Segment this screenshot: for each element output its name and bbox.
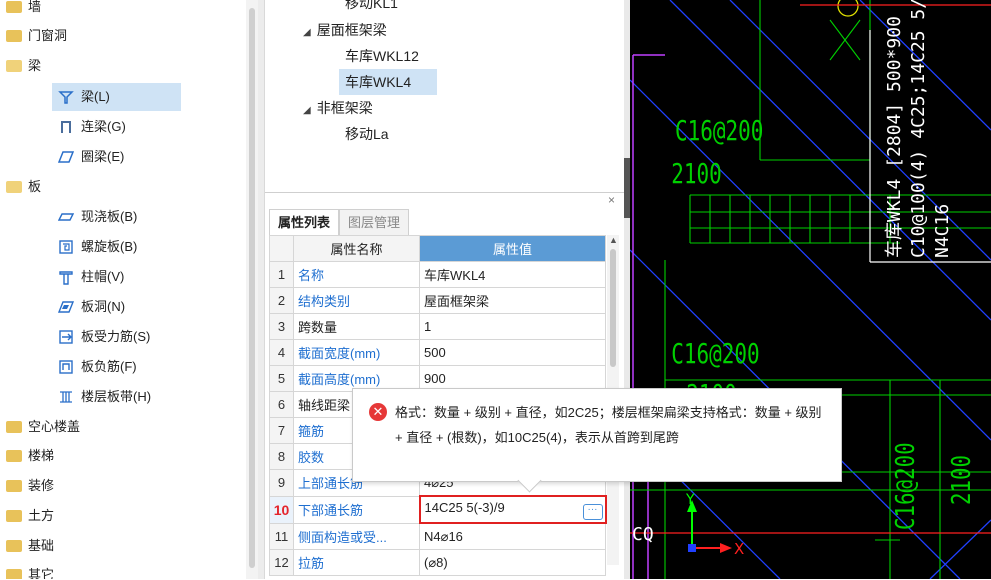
folder-icon xyxy=(6,449,22,462)
property-value[interactable]: (⌀8) xyxy=(419,549,606,576)
component-item-la[interactable]: 移动La xyxy=(345,121,389,147)
folder-icon xyxy=(6,568,22,579)
table-row-active[interactable]: 10 下部通长筋 14C25 5(-3)/9 ··· xyxy=(269,495,607,524)
tree-item-coupling-beam[interactable]: 连梁(G) xyxy=(58,113,126,141)
property-value[interactable]: 1 xyxy=(419,313,606,340)
folder-icon xyxy=(6,479,22,492)
tree-item-beam[interactable]: 梁 xyxy=(6,52,41,80)
component-list[interactable]: 移动KL1 ◢ 屋面框架梁 车库WKL12 车库WKL4 ◢ 非框架梁 移动La xyxy=(265,0,625,190)
tree-item-stairs[interactable]: 楼梯 xyxy=(6,442,54,470)
tree-item-foundation[interactable]: 基础 xyxy=(6,532,54,560)
folder-icon xyxy=(6,420,22,433)
folder-open-icon xyxy=(6,180,22,193)
table-row[interactable]: 1 名称 车库WKL4 xyxy=(269,261,606,288)
column-cap-icon xyxy=(59,270,73,285)
tree-item-slab-hole[interactable]: 板洞(N) xyxy=(58,293,125,321)
property-value[interactable]: 车库WKL4 xyxy=(419,261,606,288)
property-tabs: 属性列表 图层管理 xyxy=(269,209,410,235)
tree-item-cast-slab[interactable]: 现浇板(B) xyxy=(58,203,137,231)
component-item-wkl12[interactable]: 车库WKL12 xyxy=(345,43,419,69)
tree-scrollbar-thumb[interactable] xyxy=(249,8,255,568)
tree-scrollbar[interactable] xyxy=(246,0,258,579)
error-icon: ✕ xyxy=(369,403,387,421)
tree-item-other[interactable]: 其它 xyxy=(6,561,54,579)
tree-item-door-window[interactable]: 门窗洞 xyxy=(6,22,67,50)
header-property-name: 属性名称 xyxy=(293,235,420,262)
tooltip-message: 格式：数量 + 级别 + 直径，如2C25；楼层框架扁梁支持格式：数量 + 级别… xyxy=(395,405,822,445)
cad-dimension-top: 2100 xyxy=(671,157,722,190)
table-row[interactable]: 12 拉筋 (⌀8) xyxy=(269,549,606,576)
tab-property-list[interactable]: 属性列表 xyxy=(269,209,340,235)
tab-layer-management[interactable]: 图层管理 xyxy=(339,209,410,235)
table-row[interactable]: 11 侧面构造或受... N4⌀16 xyxy=(269,522,606,550)
tree-item-hollow-floor[interactable]: 空心楼盖 xyxy=(6,413,80,441)
collapse-triangle-icon[interactable]: ◢ xyxy=(303,105,311,116)
scroll-up-arrow-icon[interactable]: ▲ xyxy=(609,235,618,245)
cad-rebar-label-vertical: C16@200 xyxy=(890,442,921,530)
property-value[interactable]: N4⌀16 xyxy=(419,522,606,550)
bottom-rebar-input[interactable]: 14C25 5(-3)/9 ··· xyxy=(418,495,607,524)
folder-icon xyxy=(6,29,22,42)
tree-item-decoration[interactable]: 装修 xyxy=(6,472,54,500)
table-row[interactable]: 3 跨数量 1 xyxy=(269,313,606,340)
slab-negative-rebar-icon xyxy=(59,359,73,374)
validation-tooltip: ✕ 格式：数量 + 级别 + 直径，如2C25；楼层框架扁梁支持格式：数量 + … xyxy=(352,388,842,482)
collapse-triangle-icon[interactable]: ◢ xyxy=(303,27,311,38)
cad-beam-label-line2: C10@100(4) 4C25;14C25 5/ xyxy=(908,0,929,258)
cad-rebar-label-mid: C16@200 xyxy=(671,337,759,370)
cad-drawing: C16@200 2100 C16@200 2100 C16@200 2100 车… xyxy=(630,0,991,579)
component-group-roof-frame-beam[interactable]: ◢ 屋面框架梁 xyxy=(303,17,387,43)
hatch-lines xyxy=(630,0,991,579)
column-marker xyxy=(837,0,859,17)
tree-item-earthwork[interactable]: 土方 xyxy=(6,502,54,530)
header-property-value: 属性值 xyxy=(419,235,606,262)
more-options-button[interactable]: ··· xyxy=(582,503,603,520)
rebar-grid xyxy=(630,0,991,579)
spiral-slab-icon xyxy=(59,239,73,254)
ring-beam-icon xyxy=(58,150,74,163)
tree-item-column-cap[interactable]: 柱帽(V) xyxy=(58,263,124,291)
property-panel: × 属性列表 图层管理 属性名称 属性值 1 名称 车库WKL4 2 结构类别 屋面框架梁… xyxy=(265,192,625,580)
cad-cq-label: CQ xyxy=(632,524,654,545)
slab-boundary xyxy=(632,54,665,579)
tree-item-slab-strip[interactable]: 楼层板带(H) xyxy=(58,383,151,411)
slab-strip-icon xyxy=(60,390,72,403)
component-group-non-frame-beam[interactable]: ◢ 非框架梁 xyxy=(303,95,373,121)
cad-drawing-canvas[interactable]: C16@200 2100 C16@200 2100 C16@200 2100 车… xyxy=(630,0,991,579)
property-grid-header: 属性名称 属性值 xyxy=(269,235,606,262)
component-type-tree[interactable]: 墙 门窗洞 梁 梁(L) 连梁(G) 圈梁(E) 板 现浇板(B) 螺旋板(B)… xyxy=(0,0,258,579)
coupling-beam-icon xyxy=(61,120,71,133)
cad-beam-label-line1: 车库WKL4 [2804] 500*900 xyxy=(884,16,905,258)
middle-panel: 移动KL1 ◢ 屋面框架梁 车库WKL12 车库WKL4 ◢ 非框架梁 移动La ×… xyxy=(264,0,625,580)
tree-item-ring-beam[interactable]: 圈梁(E) xyxy=(58,143,124,171)
component-item-wkl4[interactable]: 车库WKL4 xyxy=(339,69,437,95)
table-row[interactable]: 2 结构类别 屋面框架梁 xyxy=(269,287,606,314)
folder-icon xyxy=(6,539,22,552)
beam-icon xyxy=(58,90,74,104)
property-value[interactable]: 屋面框架梁 xyxy=(419,287,606,314)
tree-item-slab-main-rebar[interactable]: 板受力筋(S) xyxy=(58,323,150,351)
tree-item-slab[interactable]: 板 xyxy=(6,173,41,201)
cast-slab-icon xyxy=(58,212,74,221)
axis-y-label: Y xyxy=(685,492,695,508)
cad-dimension-vertical: 2100 xyxy=(946,455,977,505)
property-grid-scrollbar-thumb[interactable] xyxy=(610,249,616,367)
folder-icon xyxy=(6,0,22,13)
property-value[interactable]: 500 xyxy=(419,339,606,366)
tree-item-beam-l[interactable]: 梁(L) xyxy=(52,83,181,111)
close-icon[interactable]: × xyxy=(608,193,615,207)
table-row[interactable]: 4 截面宽度(mm) 500 xyxy=(269,339,606,366)
tree-item-wall[interactable]: 墙 xyxy=(6,0,41,21)
header-row-number xyxy=(269,235,294,262)
slab-rebar-icon xyxy=(59,329,73,344)
folder-open-icon xyxy=(6,59,22,72)
component-item-kl1[interactable]: 移动KL1 xyxy=(345,0,398,16)
tree-item-spiral-slab[interactable]: 螺旋板(B) xyxy=(58,233,137,261)
folder-icon xyxy=(6,509,22,522)
slab-hole-icon xyxy=(58,300,74,313)
tree-item-slab-negative-rebar[interactable]: 板负筋(F) xyxy=(58,353,137,381)
axis-x-label: X xyxy=(734,540,744,558)
cad-beam-label-line3: N4C16 xyxy=(932,204,953,258)
cad-rebar-label-top: C16@200 xyxy=(675,114,763,147)
